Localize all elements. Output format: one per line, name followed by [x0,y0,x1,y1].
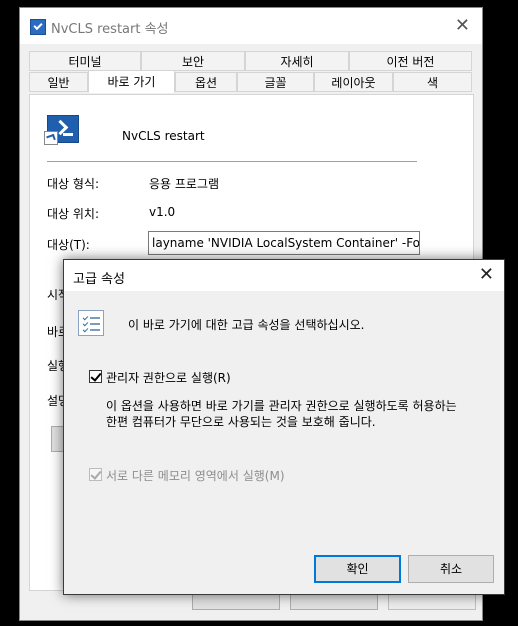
check-icon [90,370,102,382]
check-icon [90,468,102,480]
target-location-label: 대상 위치: [47,207,100,221]
advanced-properties-dialog: 고급 속성 ✕ 이 바로 가기에 대한 고급 속성을 선택하십시오. 관리자 권… [63,259,505,595]
tab-row-2: 일반 바로 가기 옵션 글꼴 레이아웃 색 [29,70,472,93]
target-input[interactable]: layname 'NVIDIA LocalSystem Container' -… [148,231,420,255]
tab-options[interactable]: 옵션 [175,72,237,92]
target-location-value: v1.0 [149,205,176,219]
target-type-value: 응용 프로그램 [149,177,220,191]
run-as-admin-label[interactable]: 관리자 권한으로 실행(R) [106,369,231,386]
tab-details[interactable]: 자세히 [245,51,349,71]
checklist-icon [78,310,104,336]
dialog-title: 고급 속성 [73,272,125,287]
close-icon[interactable]: ✕ [479,264,494,286]
tab-shortcut[interactable]: 바로 가기 [88,70,175,93]
tab-previous-versions[interactable]: 이전 버전 [349,51,472,71]
shortcut-arrow-icon [44,131,58,145]
ok-button[interactable]: 확인 [314,555,401,583]
cancel-button[interactable]: 취소 [408,555,494,583]
tab-colors[interactable]: 색 [393,72,472,92]
tab-font[interactable]: 글꼴 [237,72,314,92]
target-type-label: 대상 형식: [47,177,100,191]
separate-memory-label: 서로 다른 메모리 영역에서 실행(M) [106,469,285,483]
divider [47,161,417,162]
tab-row-1: 터미널 보안 자세히 이전 버전 [29,51,472,72]
target-label: 대상(T): [47,238,90,252]
properties-titlebar: NvCLS restart 속성 ✕ [20,8,482,44]
tab-layout[interactable]: 레이아웃 [314,72,393,92]
shortcut-name: NvCLS restart [122,129,205,143]
run-as-admin-checkbox[interactable] [89,370,102,383]
shortcut-app-icon [30,19,46,35]
dialog-heading: 이 바로 가기에 대한 고급 속성을 선택하십시오. [128,318,365,332]
run-as-admin-description: 이 옵션을 사용하면 바로 가기를 관리자 권한으로 실행하도록 허용하는 한편… [106,399,457,429]
dialog-titlebar: 고급 속성 ✕ [64,260,504,291]
tab-security[interactable]: 보안 [141,51,245,71]
tab-general[interactable]: 일반 [29,72,88,92]
properties-title: NvCLS restart 속성 [51,22,169,37]
tab-terminal[interactable]: 터미널 [29,51,141,71]
close-icon[interactable]: ✕ [455,16,470,36]
separate-memory-checkbox[interactable] [89,468,102,481]
